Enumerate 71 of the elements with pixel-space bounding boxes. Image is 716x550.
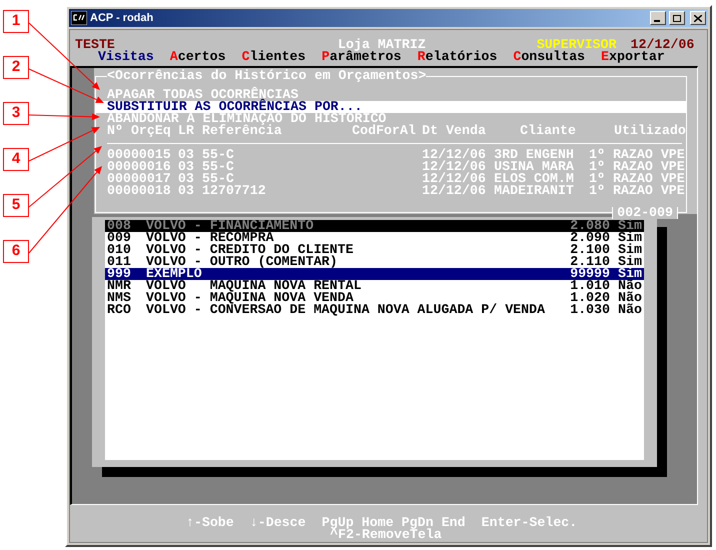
table-cell-text: 03 — [178, 149, 195, 161]
column-header: CodForAl — [352, 125, 417, 137]
table-cell-text: 12/12/06 — [422, 149, 487, 161]
user-role: SUPERVISOR — [536, 39, 616, 51]
table-cell-text: 12/12/06 — [422, 161, 487, 173]
callout-number: 4 — [3, 148, 29, 171]
key-hint: ^F2-RemoveTela — [330, 527, 442, 542]
list-row[interactable]: 999 EXEMPLO 99999 Sim — [105, 268, 644, 280]
table-cell: 1º RAZAO VPE — [589, 173, 686, 185]
list-row[interactable]: 009 VOLVO - RECOMPRA 2.090 Sim — [105, 232, 644, 244]
close-button[interactable] — [690, 11, 706, 25]
table-cell-text: MADEIRANIT — [494, 185, 575, 197]
table-cell-text: 03 — [178, 161, 195, 173]
callout-number: 2 — [3, 56, 29, 79]
table-cell-text: 55-C — [202, 161, 235, 173]
table-cell-text: USINA MARA — [494, 161, 575, 173]
table-cell-text: 00000016 — [107, 161, 172, 173]
menu-item[interactable]: Relatórios — [417, 51, 498, 63]
page-counter: 002-009 — [612, 207, 678, 219]
key-hint: PgUp Home PgDn End — [322, 517, 466, 529]
maximize-icon — [673, 14, 681, 22]
maximize-button[interactable] — [669, 11, 685, 25]
column-header: LR — [178, 125, 195, 137]
table-cell-text: 00000017 — [107, 173, 172, 185]
table-cell-text: 03 — [178, 173, 195, 185]
table-cell-text: 12707712 — [202, 185, 267, 197]
menu-item[interactable]: Exportar — [601, 51, 665, 63]
window-title: ACP - rodah — [90, 10, 154, 26]
callout-number: 5 — [3, 194, 29, 217]
list-row[interactable]: NMR VOLVO MAQUINA NOVA RENTAL 1.010 Não — [105, 280, 644, 292]
close-icon — [694, 14, 702, 22]
column-header: Referência — [202, 125, 282, 137]
key-hint: ↓-Desce — [250, 517, 306, 529]
menu-item[interactable]: Visitas — [98, 51, 154, 63]
table-cell: 1º RAZAO VPE — [589, 161, 686, 173]
callout-number: 3 — [3, 102, 29, 125]
date-text: 12/12/06 — [630, 39, 694, 51]
list-row[interactable]: RCO VOLVO - CONVERSAO DE MAQUINA NOVA ALUGADA P/ VENDA 1.030 Não — [105, 304, 644, 316]
leader-line — [28, 113, 100, 120]
terminal-icon — [71, 11, 87, 25]
table-cell-text: 03 — [178, 185, 195, 197]
table-cell-text: 55-C — [202, 173, 234, 185]
menu-option[interactable]: SUBSTITUIR AS OCORRÊNCIAS POR... — [96, 101, 686, 113]
menu-item[interactable]: Clientes — [242, 51, 306, 63]
table-cell-text: 3RD ENGENH — [494, 149, 575, 161]
column-header: Nº OrçEq — [107, 125, 172, 137]
minimize-button[interactable] — [650, 11, 666, 25]
menu-item[interactable]: Consultas — [513, 51, 586, 63]
table-cell-text: ELOS COM.M — [494, 173, 575, 185]
dialog-title: <Ocorrências do Histórico em Orçamentos> — [107, 70, 426, 82]
list-row[interactable]: 010 VOLVO - CREDITO DO CLIENTE 2.100 Sim — [105, 244, 644, 256]
menu-item[interactable]: Parâmetros — [322, 51, 402, 63]
table-cell-text: 55-C — [202, 149, 235, 161]
list-row[interactable]: NMS VOLVO - MAQUINA NOVA VENDA 1.020 Não — [105, 292, 644, 304]
table-cell-text: 12/12/06 — [422, 173, 487, 185]
column-header: Utilizado — [613, 125, 686, 137]
store-name: Loja MATRIZ — [338, 39, 426, 51]
table-cell-text: 00000018 — [107, 185, 172, 197]
list-row[interactable]: 011 VOLVO - OUTRO (COMENTAR) 2.110 Sim — [105, 256, 644, 268]
callout-number: 6 — [3, 240, 29, 263]
column-header: Dt Venda — [422, 125, 487, 137]
key-hint: ↑-Sobe — [186, 517, 234, 529]
callout-number: 1 — [3, 10, 29, 33]
menu-item[interactable]: Acertos — [170, 51, 226, 63]
table-cell-text: 00000015 — [107, 149, 172, 161]
column-header: Cliante — [519, 125, 577, 137]
key-hint: Enter-Selec. — [481, 517, 578, 529]
table-cell: 1º RAZAO VPE — [589, 149, 686, 161]
table-cell: 1º RAZAO VPE — [589, 185, 686, 197]
table-cell-text: 12/12/06 — [422, 185, 487, 197]
company-name: TESTE — [75, 39, 115, 51]
